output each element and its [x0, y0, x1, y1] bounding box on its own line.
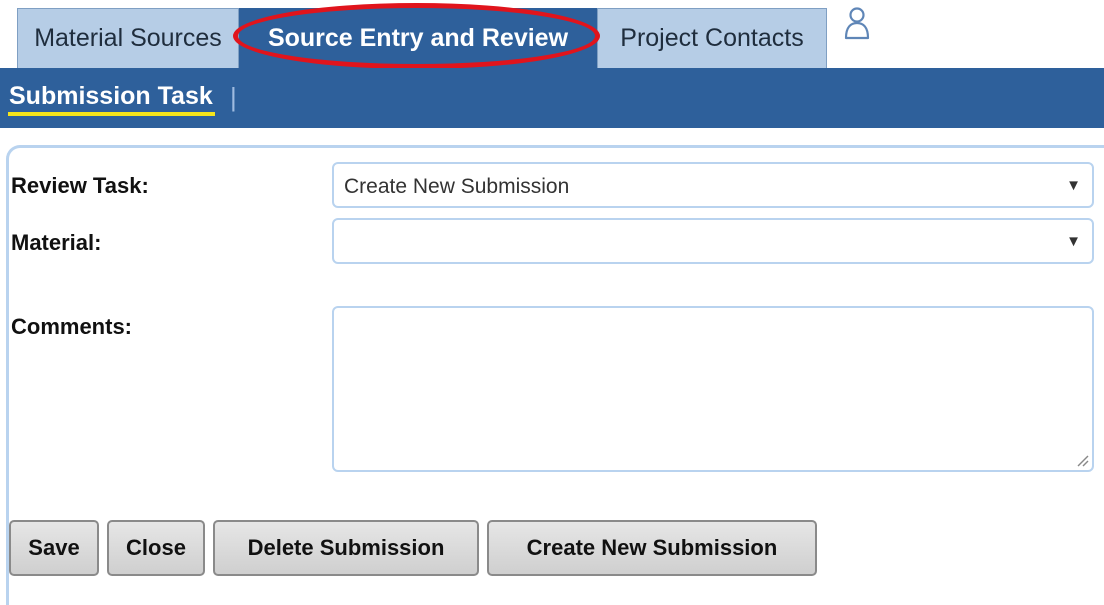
close-button-label: Close	[126, 535, 186, 560]
save-button[interactable]: Save	[9, 520, 99, 576]
tab-source-entry-and-review[interactable]: Source Entry and Review	[239, 8, 597, 68]
save-button-label: Save	[28, 535, 80, 560]
tab-project-contacts-label: Project Contacts	[620, 24, 804, 52]
tab-source-entry-and-review-label: Source Entry and Review	[267, 23, 569, 52]
tab-material-sources-label: Material Sources	[34, 24, 222, 52]
create-new-submission-button-label: Create New Submission	[526, 535, 778, 560]
sub-nav-bar: Submission Task |	[0, 68, 1104, 128]
dropdown-arrow-icon: ▼	[1066, 177, 1081, 194]
user-icon[interactable]	[843, 6, 871, 40]
review-task-select[interactable]: Create New Submission ▼	[332, 162, 1094, 208]
delete-submission-button[interactable]: Delete Submission	[213, 520, 479, 576]
comments-textarea[interactable]	[332, 306, 1094, 472]
subnav-separator: |	[230, 82, 237, 112]
subnav-item-submission-task[interactable]: Submission Task	[9, 82, 213, 111]
comments-label: Comments:	[11, 314, 133, 339]
review-task-label: Review Task:	[11, 173, 149, 198]
active-subnav-underline	[8, 112, 215, 116]
dropdown-arrow-icon: ▼	[1066, 233, 1081, 250]
resize-grip-icon[interactable]	[1075, 453, 1089, 467]
delete-submission-button-label: Delete Submission	[247, 535, 445, 560]
review-task-selected-value: Create New Submission	[344, 175, 570, 198]
create-new-submission-button[interactable]: Create New Submission	[487, 520, 817, 576]
tab-material-sources[interactable]: Material Sources	[17, 8, 239, 68]
material-label: Material:	[11, 230, 102, 255]
tab-bar: Material Sources Source Entry and Review…	[0, 0, 1104, 69]
material-select[interactable]: ▼	[332, 218, 1094, 264]
tab-project-contacts[interactable]: Project Contacts	[597, 8, 827, 68]
close-button[interactable]: Close	[107, 520, 205, 576]
